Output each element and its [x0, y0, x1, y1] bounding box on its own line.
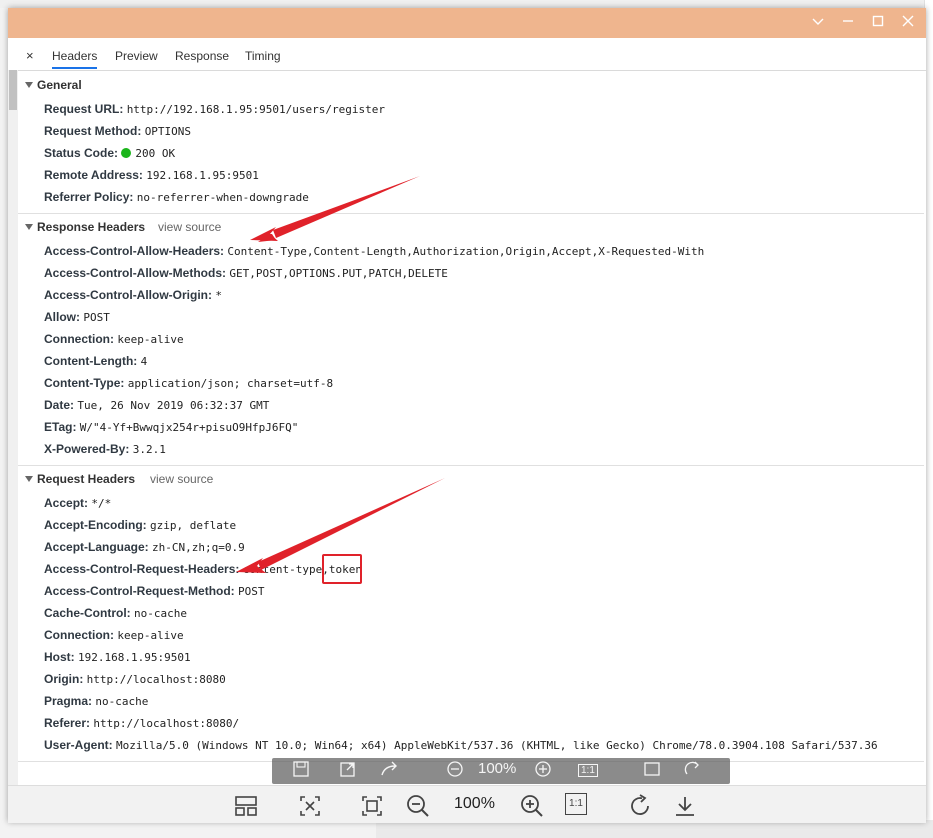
download-icon[interactable]: [673, 794, 697, 818]
zoom-in-icon[interactable]: [534, 760, 552, 782]
annotation-arrow-2: [258, 478, 445, 570]
zoom-out-icon[interactable]: [446, 760, 464, 782]
annotation-arrows: [236, 176, 445, 573]
save-icon[interactable]: [292, 760, 310, 782]
viewer-bottom-toolbar: 100% 1:1: [8, 785, 926, 823]
actual-size-button[interactable]: 1:1: [565, 793, 587, 815]
zoom-in-icon[interactable]: [520, 794, 544, 818]
actual-size-ghost[interactable]: 1:1: [578, 764, 598, 777]
zoom-out-icon[interactable]: [406, 794, 430, 818]
background-top: [0, 0, 933, 8]
rotate-icon[interactable]: [628, 794, 652, 818]
open-external-icon[interactable]: [339, 760, 357, 782]
floating-toolbar-ghost: 100% 1:1: [272, 758, 730, 784]
annotation-arrow-1: [273, 176, 420, 238]
gallery-grid-icon[interactable]: [234, 794, 258, 818]
fit-width-icon[interactable]: [298, 794, 322, 818]
rotate-icon[interactable]: [684, 760, 702, 782]
image-viewer-window: × Headers Preview Response Timing Genera…: [8, 8, 926, 823]
fullscreen-icon[interactable]: [360, 794, 384, 818]
fit-screen-icon[interactable]: [642, 760, 662, 782]
zoom-level: 100%: [454, 795, 495, 812]
share-icon[interactable]: [380, 760, 400, 782]
zoom-level-ghost: 100%: [478, 760, 517, 777]
